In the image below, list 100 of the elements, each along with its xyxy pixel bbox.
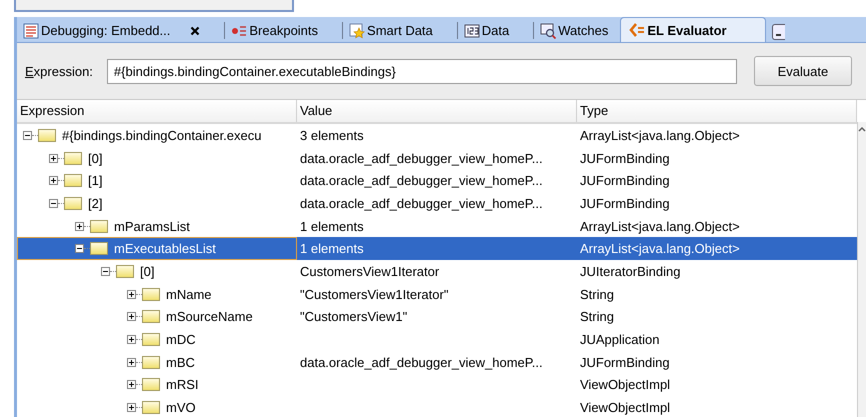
tab[interactable]: Debugging: Embedd... (19, 19, 204, 42)
angle-bracket-icon (629, 22, 646, 38)
tree-row[interactable]: mBC data.oracle_adf_debugger_view_homeP... JUFormBinding (17, 350, 857, 374)
object-icon (142, 356, 160, 369)
tab[interactable]: Data (460, 19, 514, 42)
object-icon (142, 310, 160, 324)
expression-cell: mSourceName (166, 309, 253, 324)
expand-icon[interactable] (127, 403, 136, 412)
column-header[interactable]: Value (297, 100, 577, 122)
expand-icon[interactable] (75, 222, 84, 231)
tree-row[interactable]: mParamsList 1 elements ArrayList<java.lang.Object> (17, 214, 857, 238)
tab-label[interactable]: Smart Data (367, 23, 433, 38)
type-cell: JUFormBinding (580, 196, 670, 211)
value-cell: CustomersView1Iterator (300, 264, 440, 279)
expand-icon[interactable] (127, 335, 136, 344)
tab-label[interactable]: Data (482, 23, 510, 38)
collapse-icon[interactable] (75, 244, 84, 254)
expression-cell: mDC (166, 332, 196, 348)
tab-label[interactable]: Debugging: Embedd... (41, 23, 170, 38)
expression-cell: mVO (166, 400, 196, 416)
type-cell: ViewObjectImpl (580, 377, 670, 392)
tab[interactable]: Smart Data (345, 19, 437, 42)
value-cell: 1 elements (300, 218, 364, 234)
magnifier-icon (540, 22, 556, 38)
type-cell: JUFormBinding (580, 354, 670, 370)
expression-cell: [1] (88, 173, 102, 188)
tree-row[interactable]: [0] data.oracle_adf_debugger_view_homeP... JUFormBinding (17, 146, 857, 170)
expression-cell: mBC (166, 354, 195, 370)
object-icon (90, 220, 108, 233)
type-cell: ArrayList<java.lang.Object> (580, 128, 740, 143)
tree-row[interactable]: mName "CustomersView1Iterator" String (17, 282, 857, 306)
tree-row[interactable]: [0] CustomersView1Iterator JUIteratorBinding (17, 260, 857, 283)
object-icon (64, 152, 82, 165)
column-header[interactable]: Type (577, 100, 857, 122)
type-cell: String (580, 286, 614, 302)
scroll-up-icon[interactable] (858, 126, 866, 132)
expand-icon[interactable] (49, 176, 58, 186)
value-cell: data.oracle_adf_debugger_view_homeP... (300, 196, 543, 211)
type-cell: JUApplication (580, 332, 660, 348)
expand-icon[interactable] (127, 290, 136, 299)
expression-cell: mName (166, 286, 212, 302)
tab-label[interactable]: Breakpoints (249, 23, 318, 38)
value-cell: 3 elements (300, 128, 364, 143)
expression-field[interactable]: #{bindings.bindingContainer.executableBindings} (106, 58, 737, 84)
type-cell: ArrayList<java.lang.Object> (580, 218, 740, 234)
expression-cell: mExecutablesList (114, 241, 216, 256)
expression-cell: mParamsList (114, 218, 190, 234)
object-icon (64, 174, 82, 188)
expand-icon[interactable] (127, 312, 136, 322)
value-cell: data.oracle_adf_debugger_view_homeP... (300, 354, 543, 370)
expression-cell: #{bindings.bindingContainer.execu (62, 128, 262, 143)
tree-row[interactable]: [1] data.oracle_adf_debugger_view_homeP... JUFormBinding (17, 169, 857, 192)
expand-icon[interactable] (49, 154, 58, 163)
numbers-icon (464, 22, 480, 38)
expression-cell: [0] (140, 264, 154, 279)
tab[interactable]: Breakpoints (227, 19, 322, 42)
tree-row[interactable]: mDC JUApplication (17, 328, 857, 351)
expand-icon[interactable] (127, 358, 136, 367)
expression-cell: mRSI (166, 377, 198, 392)
value-cell: "CustomersView1" (300, 309, 408, 324)
tab-label[interactable]: Watches (558, 23, 608, 38)
object-icon (142, 288, 160, 301)
value-cell: data.oracle_adf_debugger_view_homeP... (300, 150, 543, 166)
tree-row[interactable]: [2] data.oracle_adf_debugger_view_homeP... JUFormBinding (17, 192, 857, 215)
object-icon (38, 128, 56, 142)
expression-label: Expression: (25, 64, 93, 78)
collapse-icon[interactable] (101, 266, 110, 276)
type-cell: JUFormBinding (580, 173, 670, 188)
tree-row[interactable]: mSourceName "CustomersView1" String (17, 306, 857, 328)
type-cell: ArrayList<java.lang.Object> (580, 241, 740, 256)
tree-row[interactable]: mExecutablesList 1 elements ArrayList<java.lang.Object> (17, 237, 857, 260)
evaluate-button[interactable]: Evaluate (754, 56, 852, 86)
expression-cell: [0] (88, 150, 102, 166)
object-icon (64, 196, 82, 210)
tab-label[interactable]: EL Evaluator (647, 22, 727, 38)
value-cell: 1 elements (300, 241, 364, 256)
object-icon (116, 264, 134, 278)
tab[interactable]: Watches (536, 19, 612, 42)
type-cell: JUFormBinding (580, 150, 670, 166)
expand-icon[interactable] (127, 380, 136, 390)
type-cell: String (580, 309, 614, 324)
type-cell: ViewObjectImpl (580, 400, 670, 416)
tree-row[interactable]: mVO ViewObjectImpl (17, 396, 857, 417)
type-cell: JUIteratorBinding (580, 264, 680, 279)
tree-row[interactable]: mRSI ViewObjectImpl (17, 374, 857, 396)
minimize-button[interactable] (772, 24, 785, 40)
expression-cell: [2] (88, 196, 102, 211)
list-icon (23, 22, 39, 38)
scrollbar[interactable] (857, 122, 866, 417)
column-header[interactable]: Expression (17, 100, 297, 122)
value-cell: "CustomersView1Iterator" (300, 286, 448, 302)
tab[interactable]: EL Evaluator (620, 17, 766, 42)
value-cell: data.oracle_adf_debugger_view_homeP... (300, 173, 543, 188)
collapse-icon[interactable] (49, 198, 58, 208)
close-icon[interactable] (190, 26, 200, 36)
object-icon (142, 378, 160, 392)
object-icon (142, 401, 160, 414)
collapse-icon[interactable] (23, 130, 32, 140)
object-icon (90, 242, 108, 256)
tree-row[interactable]: #{bindings.bindingContainer.execu 3 elements ArrayList<java.lang.Object> (17, 124, 857, 147)
